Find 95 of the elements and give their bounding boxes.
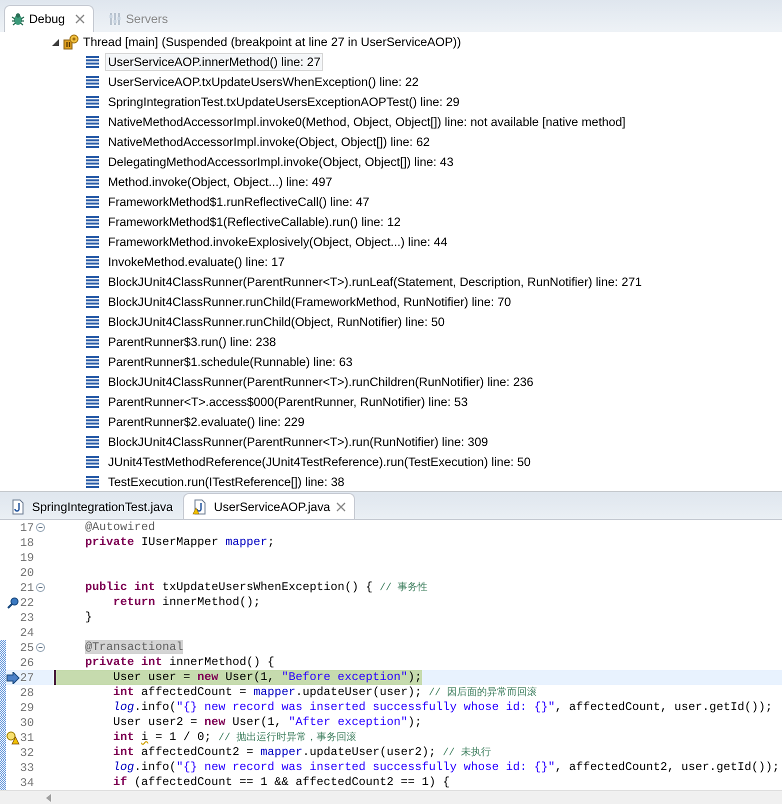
line-number: 24	[20, 626, 36, 640]
stack-frame-icon	[86, 316, 99, 328]
stack-frame-icon	[86, 216, 99, 228]
servers-icon	[108, 12, 122, 26]
stack-frame-icon	[86, 296, 99, 308]
horizontal-scrollbar[interactable]	[0, 790, 782, 804]
line-number: 18	[20, 536, 36, 550]
stack-frame[interactable]: FrameworkMethod$1.runReflectiveCall() line: 47	[105, 193, 372, 211]
line-number: 26	[20, 656, 36, 670]
line-number: 27	[20, 670, 36, 684]
stack-frame[interactable]: BlockJUnit4ClassRunner(ParentRunner<T>).runLeaf(Statement, Description, RunNotifier) line: 271	[105, 273, 645, 291]
line-number: 33	[20, 760, 36, 774]
line-number: 28	[20, 686, 36, 700]
stack-frame[interactable]: FrameworkMethod.invokeExplosively(Object, Object...) line: 44	[105, 233, 450, 251]
code-line: private IUserMapper mapper;	[84, 535, 274, 550]
stack-frame[interactable]: TestExecution.run(ITestReference[]) line: 38	[105, 473, 348, 491]
close-icon[interactable]	[74, 14, 85, 24]
line-number: 30	[20, 716, 36, 730]
code-line: log.info("{} new record was inserted successfully whose id: {}", affectedCount, user.getId());	[112, 700, 772, 715]
stack-frame-icon	[86, 76, 99, 88]
stack-frame-icon	[86, 116, 99, 128]
code-line: public int txUpdateUsersWhenException() { // 事务性	[84, 580, 428, 596]
line-number: 34	[20, 776, 36, 790]
debug-frame-icon	[7, 596, 19, 608]
stack-frame-icon	[86, 456, 99, 468]
code-line: int affectedCount = mapper.updateUser(user); // 因后面的异常而回滚	[112, 684, 537, 700]
close-icon[interactable]	[336, 502, 346, 512]
stack-frame[interactable]: FrameworkMethod$1(ReflectiveCallable).run() line: 12	[105, 213, 404, 231]
stack-frame-icon	[86, 236, 99, 248]
stack-frame-icon	[86, 96, 99, 108]
scroll-left-icon[interactable]	[46, 794, 51, 802]
warning-bulb-icon	[6, 730, 20, 744]
bug-icon	[11, 12, 25, 26]
stack-frame[interactable]: ParentRunner$2.evaluate() line: 229	[105, 413, 308, 431]
stack-frame[interactable]: ParentRunner$3.run() line: 238	[105, 333, 280, 351]
editor-tab[interactable]: UserServiceAOP.java	[182, 493, 356, 519]
code-line: log.info("{} new record was inserted successfully whose id: {}", affectedCount2, user.getId());	[112, 760, 780, 775]
stack-frame[interactable]: UserServiceAOP.innerMethod() line: 27	[105, 53, 324, 71]
stack-frame[interactable]: BlockJUnit4ClassRunner.runChild(Object, RunNotifier) line: 50	[105, 313, 448, 331]
code-line: int i = 1 / 0; // 抛出运行时异常，事务回滚	[112, 730, 356, 746]
line-number: 23	[20, 610, 36, 624]
stack-frame[interactable]: BlockJUnit4ClassRunner(ParentRunner<T>).run(RunNotifier) line: 309	[105, 433, 492, 451]
stack-frame[interactable]: BlockJUnit4ClassRunner.runChild(FrameworkMethod, RunNotifier) line: 70	[105, 293, 514, 311]
stack-frame[interactable]: ParentRunner$1.schedule(Runnable) line: 63	[105, 353, 356, 371]
stack-frame[interactable]: SpringIntegrationTest.txUpdateUsersExceptionAOPTest() line: 29	[105, 93, 463, 111]
instruction-pointer-icon	[6, 672, 20, 684]
stack-frame[interactable]: Method.invoke(Object, Object...) line: 497	[105, 173, 336, 191]
code-line: }	[84, 610, 92, 625]
editor-tab[interactable]: SpringIntegrationTest.java	[2, 495, 181, 519]
stack-frame-icon	[86, 156, 99, 168]
stack-frame-icon	[86, 336, 99, 348]
line-number: 21	[20, 580, 36, 594]
code-line: int affectedCount2 = mapper.updateUser(user2); // 未执行	[112, 744, 491, 760]
stack-frame-icon	[86, 176, 99, 188]
stack-frame-icon	[86, 396, 99, 408]
stack-frame-icon	[86, 256, 99, 268]
fold-icon[interactable]	[36, 523, 45, 532]
stack-frame-icon	[86, 56, 99, 68]
line-number: 22	[20, 596, 36, 610]
fold-icon[interactable]	[36, 643, 45, 652]
stack-frame-icon	[86, 356, 99, 368]
line-number: 19	[20, 550, 36, 564]
thread-label[interactable]: Thread [main] (Suspended (breakpoint at line 27 in UserServiceAOP))	[83, 35, 461, 49]
stack-frame[interactable]: UserServiceAOP.txUpdateUsersWhenException() line: 22	[105, 73, 422, 91]
stack-frame-icon	[86, 196, 99, 208]
code-line: return innerMethod();	[112, 595, 260, 610]
stack-frame[interactable]: DelegatingMethodAccessorImpl.invoke(Object, Object[]) line: 43	[105, 153, 456, 171]
stack-frame[interactable]: NativeMethodAccessorImpl.invoke(Object, Object[]) line: 62	[105, 133, 433, 151]
thread-icon	[63, 34, 79, 50]
stack-frame-icon	[86, 376, 99, 388]
line-number: 29	[20, 700, 36, 714]
view-tab[interactable]: Debug	[4, 5, 94, 32]
code-line: private int innerMethod() {	[84, 655, 274, 670]
stack-frame[interactable]: ParentRunner<T>.access$000(ParentRunner, RunNotifier) line: 53	[105, 393, 471, 411]
stack-frame[interactable]: NativeMethodAccessorImpl.invoke0(Method, Object, Object[]) line: not available [native method]	[105, 113, 629, 131]
stack-frame[interactable]: JUnit4TestMethodReference(JUnit4TestReference).run(TestExecution) line: 50	[105, 453, 534, 471]
code-line: User user2 = new User(1, "After exception");	[112, 715, 422, 730]
line-number: 32	[20, 746, 36, 760]
stack-frame-icon	[86, 136, 99, 148]
line-number: 31	[20, 730, 36, 744]
stack-frame-icon	[86, 436, 99, 448]
stack-frame[interactable]: BlockJUnit4ClassRunner(ParentRunner<T>).runChildren(RunNotifier) line: 236	[105, 373, 536, 391]
java-file-warning-icon	[192, 498, 208, 514]
line-number: 20	[20, 566, 36, 580]
expand-arrow-icon[interactable]	[52, 38, 59, 46]
stack-frame-icon	[86, 276, 99, 288]
stack-frame[interactable]: InvokeMethod.evaluate() line: 17	[105, 253, 288, 271]
stack-frame-icon	[86, 416, 99, 428]
java-file-icon	[10, 499, 26, 515]
fold-icon[interactable]	[36, 583, 45, 592]
stack-frame-icon	[86, 476, 99, 488]
line-number: 25	[20, 640, 36, 654]
line-number: 17	[20, 520, 36, 534]
code-line: @Autowired	[84, 520, 156, 535]
code-line: if (affectedCount == 1 && affectedCount2 == 1) {	[112, 775, 450, 790]
